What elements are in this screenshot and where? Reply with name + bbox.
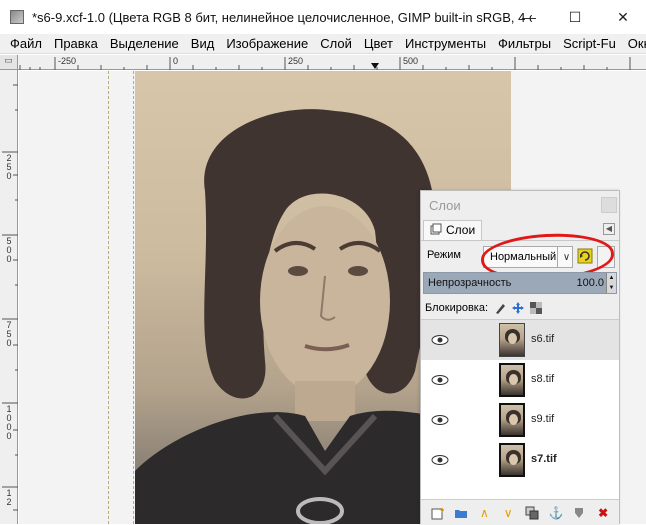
new-layer-icon[interactable]: ✦	[430, 506, 446, 520]
menu-color[interactable]: Цвет	[358, 36, 399, 51]
ruler-label: 0	[173, 56, 179, 66]
layer-name[interactable]: s6.tif	[531, 333, 554, 345]
menu-image[interactable]: Изображение	[220, 36, 314, 51]
menu-select[interactable]: Выделение	[104, 36, 185, 51]
layer-name[interactable]: s9.tif	[531, 413, 554, 425]
menu-filters[interactable]: Фильтры	[492, 36, 557, 51]
opacity-label: Непрозрачность	[428, 277, 512, 289]
menu-layer[interactable]: Слой	[314, 36, 358, 51]
dock-title: Слои	[429, 197, 461, 213]
guide-line	[133, 71, 134, 524]
close-button[interactable]: ✕	[600, 0, 646, 34]
layers-toolbar: ✦ ∧ ∨ ⚓ ✖	[421, 499, 619, 525]
ruler-label: 2 5 0	[6, 153, 12, 181]
tab-menu-arrow-icon[interactable]: ◀	[603, 223, 615, 235]
layer-row[interactable]: s7.tif	[421, 440, 619, 480]
ruler-label: 1 2	[6, 488, 12, 507]
lock-position-icon[interactable]	[512, 302, 525, 314]
menu-tools[interactable]: Инструменты	[399, 36, 492, 51]
opacity-value: 100.0	[576, 277, 604, 289]
lock-pixels-icon[interactable]	[494, 302, 506, 314]
quick-mask-toggle[interactable]: ▭	[0, 55, 18, 70]
anchor-layer-icon[interactable]: ⚓	[549, 506, 564, 520]
minimize-button[interactable]: —	[506, 0, 552, 34]
lock-label: Блокировка:	[425, 302, 489, 314]
ruler-label: 500	[403, 56, 419, 66]
lower-layer-icon[interactable]: ∨	[501, 506, 515, 520]
merge-down-icon[interactable]	[572, 506, 586, 520]
layers-dock: Слои Слои ◀ Режим Нормальный ∨ Непрозрач…	[420, 190, 620, 525]
gimp-app-icon	[10, 10, 24, 24]
layer-row[interactable]: s6.tif	[421, 320, 619, 360]
eye-icon[interactable]	[431, 372, 449, 388]
eye-icon[interactable]	[431, 412, 449, 428]
tab-layers-label: Слои	[446, 223, 476, 237]
ruler-label: 7 5 0	[6, 320, 12, 348]
lock-alpha-icon[interactable]	[530, 302, 543, 314]
dock-close-button[interactable]	[601, 197, 617, 213]
mode-label: Режим	[427, 249, 461, 261]
layer-list: s6.tif s8.tif s9.tif s7.tif	[421, 319, 619, 499]
layer-name[interactable]: s7.tif	[531, 453, 557, 465]
ruler-label: 1 0 0 0	[6, 404, 12, 441]
layer-row[interactable]: s8.tif	[421, 360, 619, 400]
eye-icon[interactable]	[431, 452, 449, 468]
raise-layer-icon[interactable]: ∧	[477, 506, 491, 520]
menu-bar: Файл Правка Выделение Вид Изображение Сл…	[0, 34, 646, 54]
ruler-label: 250	[288, 56, 304, 66]
svg-text:✦: ✦	[439, 506, 444, 515]
title-bar: *s6-9.xcf-1.0 (Цвета RGB 8 бит, нелинейн…	[0, 0, 646, 34]
lock-row: Блокировка:	[425, 299, 543, 317]
menu-view[interactable]: Вид	[185, 36, 221, 51]
tab-layers[interactable]: Слои	[423, 219, 483, 240]
layer-thumbnail	[499, 443, 525, 477]
maximize-button[interactable]: ☐	[552, 0, 598, 34]
menu-windows[interactable]: Окна	[622, 36, 646, 51]
eye-icon[interactable]	[431, 332, 449, 348]
menu-scriptfu[interactable]: Script-Fu	[557, 36, 622, 51]
opacity-spinner[interactable]: ▲ ▼	[606, 273, 616, 293]
window-title: *s6-9.xcf-1.0 (Цвета RGB 8 бит, нелинейн…	[32, 9, 532, 25]
delete-layer-icon[interactable]: ✖	[596, 506, 610, 520]
duplicate-layer-icon[interactable]	[525, 506, 539, 520]
layers-tab-icon	[430, 223, 442, 238]
ruler-label: -250	[58, 56, 77, 66]
new-group-icon[interactable]	[454, 506, 468, 520]
guide-line	[108, 71, 109, 524]
layer-row[interactable]: s9.tif	[421, 400, 619, 440]
layer-thumbnail	[499, 363, 525, 397]
ruler-label: 5 0 0	[6, 236, 12, 264]
layer-name[interactable]: s8.tif	[531, 373, 554, 385]
layer-thumbnail	[499, 403, 525, 437]
opacity-slider[interactable]: Непрозрачность 100.0 ▲ ▼	[423, 272, 617, 294]
vertical-ruler[interactable]: 2 5 0 5 0 0 7 5 0 1 0 0 0 1 2	[0, 55, 18, 524]
menu-edit[interactable]: Правка	[48, 36, 104, 51]
horizontal-ruler[interactable]: -250 0 250 500	[18, 55, 646, 70]
menu-file[interactable]: Файл	[0, 36, 48, 51]
layer-thumbnail	[499, 323, 525, 357]
